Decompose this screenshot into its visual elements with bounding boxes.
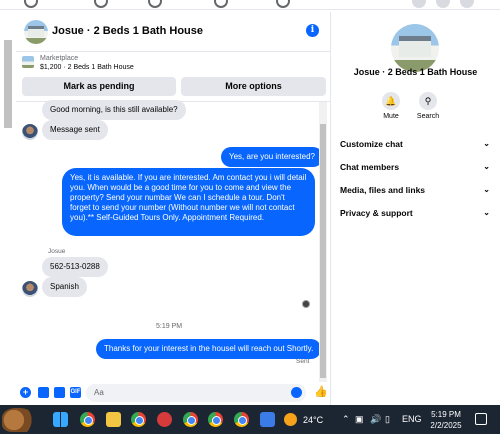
info-icon[interactable]: i (306, 24, 319, 37)
mute-label: Mute (383, 113, 399, 120)
chrome-icon[interactable] (208, 412, 223, 427)
temperature[interactable]: 24°C (303, 415, 323, 425)
sender-name: Josue (48, 248, 66, 255)
customize-chat-row[interactable]: Customize chat ⌄ (340, 139, 490, 149)
message-bubble[interactable]: Thanks for your interest in the housel w… (96, 339, 322, 359)
chrome-icon[interactable] (131, 412, 146, 427)
menu-icon[interactable] (412, 0, 426, 8)
file-explorer-icon[interactable] (106, 412, 121, 427)
volume-icon[interactable]: 🔊 (370, 414, 381, 425)
emoji-icon[interactable] (291, 387, 302, 398)
display-icon[interactable]: ▣ (355, 414, 364, 425)
message-bubble[interactable]: Yes, it is available. If you are interes… (62, 168, 315, 236)
image-icon[interactable] (38, 387, 49, 398)
chevron-down-icon: ⌄ (483, 162, 490, 171)
app-icon[interactable] (157, 412, 172, 427)
home-icon[interactable] (24, 0, 38, 8)
chrome-icon[interactable] (183, 412, 198, 427)
message-bubble[interactable]: Good morning, is this still available? (42, 100, 186, 120)
section-label: Customize chat (340, 139, 403, 149)
conversation-title[interactable]: Josue · 2 Beds 1 Bath House (52, 25, 203, 37)
sender-avatar[interactable] (22, 124, 38, 140)
media-files-links-row[interactable]: Media, files and links ⌄ (340, 185, 490, 195)
section-label: Privacy & support (340, 208, 413, 218)
marketplace-banner: Marketplace $1,200 · 2 Beds 1 Bath House… (16, 52, 331, 102)
privacy-support-row[interactable]: Privacy & support ⌄ (340, 208, 490, 218)
windows-taskbar: 24°C ⌃ ▣ 🔊 ▯ ENG 5:19 PM 2/2/2025 (0, 405, 500, 434)
sticker-icon[interactable] (54, 387, 65, 398)
clock-time: 5:19 PM (431, 410, 461, 419)
chevron-down-icon: ⌄ (483, 208, 490, 217)
chevron-up-icon[interactable]: ⌃ (342, 414, 350, 425)
listing-thumbnail[interactable] (22, 56, 34, 68)
listing-avatar[interactable] (24, 20, 48, 44)
chevron-down-icon: ⌄ (483, 139, 490, 148)
gif-icon[interactable]: GIF (70, 387, 81, 398)
message-bubble[interactable]: Yes, are you interested? (221, 147, 323, 167)
seen-indicator-avatar (302, 300, 310, 308)
message-bubble[interactable]: Message sent (42, 120, 108, 140)
message-list: Good morning, is this still available? M… (16, 100, 331, 382)
sent-status: Sent (296, 358, 310, 365)
battery-icon[interactable]: ▯ (385, 414, 390, 425)
language-indicator[interactable]: ENG (402, 414, 422, 424)
profile-avatar[interactable] (460, 0, 474, 8)
clock-date: 2/2/2025 (430, 421, 462, 430)
groups-icon[interactable] (214, 0, 228, 8)
start-icon[interactable] (53, 412, 68, 427)
video-icon[interactable] (94, 0, 108, 8)
notifications-icon[interactable] (436, 0, 450, 8)
top-navigation-bar (0, 0, 500, 10)
marketplace-icon[interactable] (148, 0, 162, 8)
sender-avatar[interactable] (22, 281, 38, 297)
notification-icon[interactable] (475, 413, 487, 425)
section-label: Chat members (340, 162, 400, 172)
chrome-icon[interactable] (234, 412, 249, 427)
add-icon[interactable]: + (20, 387, 31, 398)
app-icon[interactable] (260, 412, 275, 427)
search-action[interactable]: ⚲ Search (413, 92, 443, 120)
system-clock[interactable]: 5:19 PM 2/2/2025 (426, 409, 466, 431)
marketplace-label: Marketplace (40, 55, 79, 62)
page-scrollbar[interactable] (4, 40, 12, 128)
info-panel-title: Josue · 2 Beds 1 Bath House (353, 67, 478, 77)
message-bubble[interactable]: Spanish (42, 277, 87, 297)
thumbs-up-icon[interactable]: 👍 (314, 386, 328, 398)
chat-header: Josue · 2 Beds 1 Bath House i (16, 12, 331, 52)
search-icon[interactable]: ⚲ (419, 92, 437, 110)
message-input[interactable]: Aa (86, 384, 306, 402)
widgets-squirrel-icon[interactable] (2, 408, 36, 432)
gaming-icon[interactable] (276, 0, 290, 8)
message-timestamp: 5:19 PM (156, 323, 183, 330)
message-input-placeholder: Aa (94, 388, 104, 397)
chat-panel: Josue · 2 Beds 1 Bath House i Marketplac… (16, 12, 331, 405)
chrome-icon[interactable] (80, 412, 95, 427)
listing-avatar-large[interactable] (391, 24, 439, 72)
mute-action[interactable]: 🔔 Mute (376, 92, 406, 120)
conversation-info-panel: Josue · 2 Beds 1 Bath House 🔔 Mute ⚲ Sea… (331, 12, 500, 405)
search-label: Search (416, 113, 440, 120)
chat-members-row[interactable]: Chat members ⌄ (340, 162, 490, 172)
messages-scrollbar-thumb[interactable] (320, 124, 326, 378)
section-label: Media, files and links (340, 185, 426, 195)
more-options-button[interactable]: More options (181, 77, 326, 96)
message-composer: + GIF Aa 👍 (16, 382, 331, 405)
mark-as-pending-button[interactable]: Mark as pending (22, 77, 176, 96)
listing-summary[interactable]: $1,200 · 2 Beds 1 Bath House (40, 64, 134, 71)
chevron-down-icon: ⌄ (483, 185, 490, 194)
bell-icon[interactable]: 🔔 (382, 92, 400, 110)
weather-sun-icon[interactable] (284, 413, 297, 426)
message-bubble[interactable]: 562-513-0288 (42, 257, 108, 277)
